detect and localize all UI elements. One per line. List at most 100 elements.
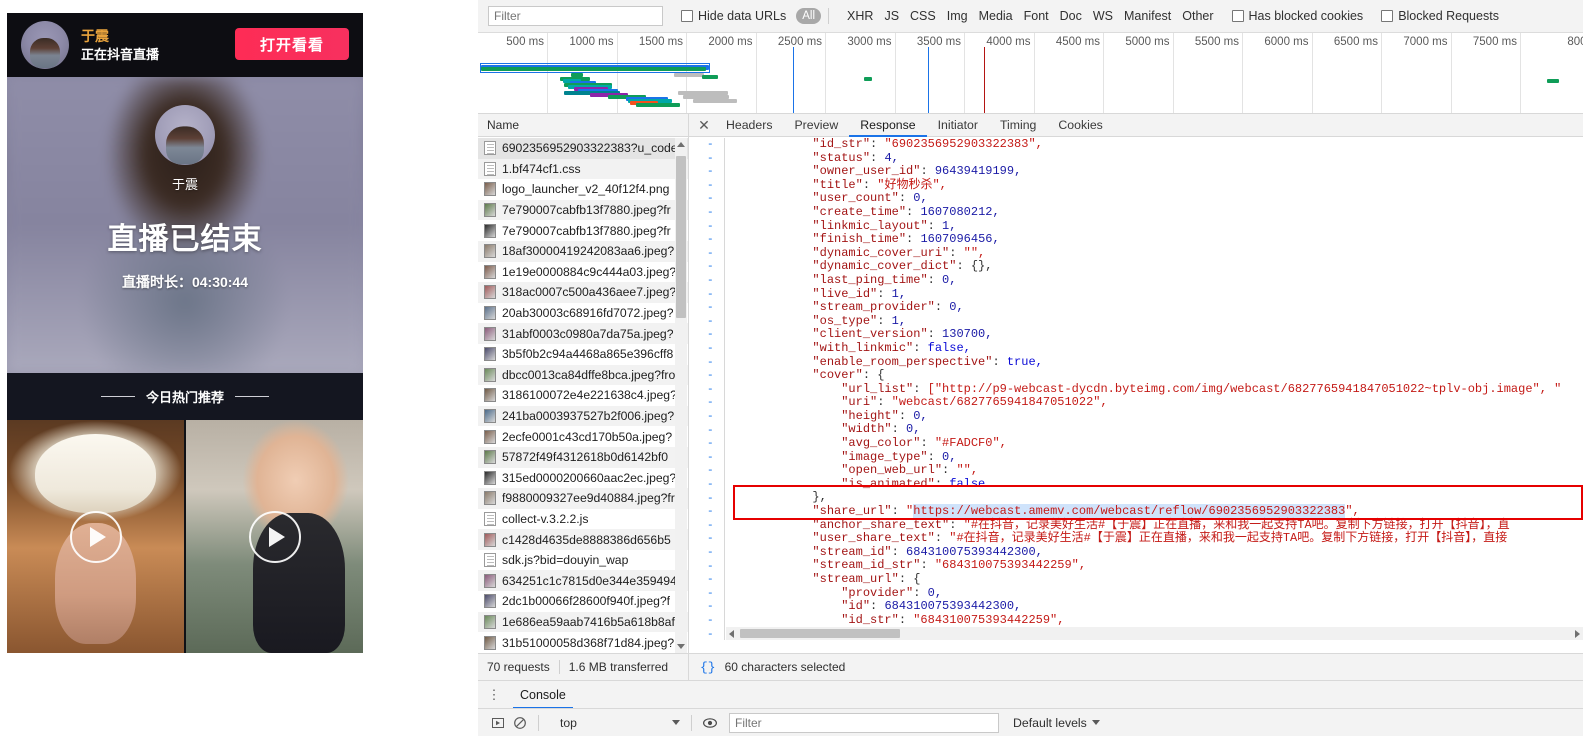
fold-marker[interactable]: - <box>707 601 714 615</box>
fold-marker[interactable]: - <box>707 302 714 316</box>
table-row[interactable]: 7e790007cabfb13f7880.jpeg?fr <box>478 220 688 241</box>
filter-type-manifest[interactable]: Manifest <box>1124 9 1171 23</box>
fold-marker[interactable]: - <box>707 207 714 221</box>
table-row[interactable]: 31abf0003c0980a7da75a.jpeg? <box>478 323 688 344</box>
play-icon[interactable] <box>69 510 122 563</box>
table-row[interactable]: 6902356952903322383?u_code <box>478 138 688 159</box>
filter-type-font[interactable]: Font <box>1024 9 1049 23</box>
fold-marker[interactable]: - <box>707 438 714 452</box>
fold-marker[interactable]: - <box>707 479 714 493</box>
filter-type-other[interactable]: Other <box>1182 9 1213 23</box>
fold-marker[interactable]: - <box>707 465 714 479</box>
fold-marker[interactable]: - <box>707 547 714 561</box>
fold-marker[interactable]: - <box>707 180 714 194</box>
fold-marker[interactable]: - <box>707 343 714 357</box>
table-row[interactable]: 2ecfe0001c43cd170b50a.jpeg? <box>478 426 688 447</box>
table-row[interactable]: dbcc0013ca84dffe8bca.jpeg?fro <box>478 364 688 386</box>
fold-marker[interactable]: - <box>707 193 714 207</box>
open-app-button[interactable]: 打开看看 <box>235 28 349 60</box>
fold-marker[interactable]: - <box>707 493 714 507</box>
fold-marker[interactable]: - <box>707 329 714 343</box>
table-row[interactable]: 1e686ea59aab7416b5a618b8af <box>478 611 688 633</box>
table-row[interactable]: 241ba0003937527b2f006.jpeg? <box>478 405 688 427</box>
scroll-up-icon[interactable] <box>677 142 685 147</box>
fold-marker[interactable]: - <box>707 397 714 411</box>
table-row[interactable]: 1.bf474cf1.css <box>478 158 688 180</box>
fold-marker[interactable]: - <box>707 248 714 262</box>
tab-preview[interactable]: Preview <box>783 114 849 137</box>
fold-marker[interactable]: - <box>707 629 714 640</box>
filter-type-ws[interactable]: WS <box>1093 9 1113 23</box>
fold-marker[interactable]: - <box>707 275 714 289</box>
table-row[interactable]: c1428d4635de8888386d656b5 <box>478 529 688 550</box>
tab-headers[interactable]: Headers <box>715 114 783 137</box>
tab-console[interactable]: Console <box>513 681 573 709</box>
table-row[interactable]: 20ab30003c68916fd7072.jpeg? <box>478 303 688 324</box>
video-card-1[interactable] <box>7 420 184 653</box>
chevron-down-icon[interactable] <box>672 720 680 725</box>
fold-marker[interactable]: - <box>707 234 714 248</box>
fold-marker[interactable]: - <box>707 384 714 398</box>
scroll-left-icon[interactable] <box>729 630 734 638</box>
console-filter-input[interactable] <box>729 712 999 733</box>
filter-type-doc[interactable]: Doc <box>1060 9 1082 23</box>
close-icon[interactable]: ✕ <box>693 115 715 135</box>
fold-marker[interactable]: - <box>707 411 714 425</box>
clear-console-icon[interactable] <box>509 713 531 733</box>
response-body-viewer[interactable]: ------------------------------------- "i… <box>689 138 1583 640</box>
fold-marker[interactable]: - <box>707 289 714 303</box>
console-levels-select[interactable]: Default levels <box>1013 716 1100 730</box>
filter-type-all[interactable]: All <box>796 8 822 24</box>
play-icon[interactable] <box>248 510 301 563</box>
chevron-down-icon[interactable] <box>1091 720 1100 725</box>
tab-response[interactable]: Response <box>849 114 926 137</box>
checkbox-icon[interactable] <box>681 10 693 22</box>
table-row[interactable]: logo_launcher_v2_40f12f4.png <box>478 179 688 200</box>
fold-marker[interactable]: - <box>707 221 714 235</box>
tab-initiator[interactable]: Initiator <box>927 114 989 137</box>
table-row[interactable]: 31b51000058d368f71d84.jpeg? <box>478 632 688 653</box>
execute-icon[interactable] <box>487 713 509 733</box>
console-context-select[interactable]: top <box>556 713 684 733</box>
fold-marker[interactable]: - <box>707 574 714 588</box>
table-row[interactable]: f9880009327ee9d40884.jpeg?fr <box>478 488 688 509</box>
hide-data-urls-checkbox-wrap[interactable]: Hide data URLs <box>681 9 786 23</box>
request-rows[interactable]: 6902356952903322383?u_code 1.bf474cf1.css… <box>478 138 688 653</box>
network-overview-timeline[interactable]: 500 ms 1000 ms 1500 ms 2000 ms 2500 ms 3000 m… <box>478 33 1583 114</box>
fold-marker[interactable]: - <box>707 588 714 602</box>
checkbox-icon[interactable] <box>1381 10 1394 22</box>
table-row[interactable]: 1e19e0000884c9c444a03.jpeg? <box>478 262 688 283</box>
response-json-code[interactable]: "id_str": "6902356952903322383", "status… <box>726 138 1583 640</box>
scroll-right-icon[interactable] <box>1575 630 1580 638</box>
checkbox-icon[interactable] <box>1231 10 1244 22</box>
column-header-name[interactable]: Name <box>478 114 688 137</box>
has-blocked-cookies-checkbox-wrap[interactable]: Has blocked cookies <box>1231 9 1363 23</box>
tab-timing[interactable]: Timing <box>989 114 1047 137</box>
filter-type-img[interactable]: Img <box>947 9 968 23</box>
request-list-scrollbar[interactable] <box>675 138 687 653</box>
tab-cookies[interactable]: Cookies <box>1047 114 1113 137</box>
video-card-2[interactable] <box>186 420 363 653</box>
table-row[interactable]: 318ac0007c500a436aee7.jpeg? <box>478 282 688 303</box>
table-row[interactable]: 2dc1b00066f28600f940f.jpeg?f <box>478 591 688 612</box>
blocked-requests-checkbox-wrap[interactable]: Blocked Requests <box>1381 9 1499 23</box>
table-row[interactable]: 3186100072e4e221638c4.jpeg? <box>478 385 688 406</box>
fold-marker[interactable]: - <box>707 153 714 167</box>
fold-marker[interactable]: - <box>707 425 714 439</box>
table-row[interactable]: 3b5f0b2c94a4468a865e396cff8 <box>478 344 688 365</box>
table-row[interactable]: 7e790007cabfb13f7880.jpeg?fr <box>478 199 688 221</box>
pretty-print-icon[interactable]: {} <box>700 660 716 675</box>
network-filter-input[interactable] <box>488 6 663 26</box>
live-expression-icon[interactable] <box>699 713 721 733</box>
fold-marker[interactable]: - <box>707 316 714 330</box>
table-row[interactable]: 18af30000419242083aa6.jpeg? <box>478 240 688 262</box>
scrollbar-thumb[interactable] <box>676 156 686 318</box>
fold-marker[interactable]: - <box>707 520 714 534</box>
fold-marker[interactable]: - <box>707 506 714 520</box>
fold-marker[interactable]: - <box>707 561 714 575</box>
response-horizontal-scrollbar[interactable] <box>726 627 1583 640</box>
filter-type-js[interactable]: JS <box>884 9 899 23</box>
table-row[interactable]: 315ed0000200660aac2ec.jpeg? <box>478 468 688 489</box>
table-row[interactable]: 57872f49f4312618b0d6142bf0 <box>478 446 688 468</box>
filter-type-css[interactable]: CSS <box>910 9 936 23</box>
